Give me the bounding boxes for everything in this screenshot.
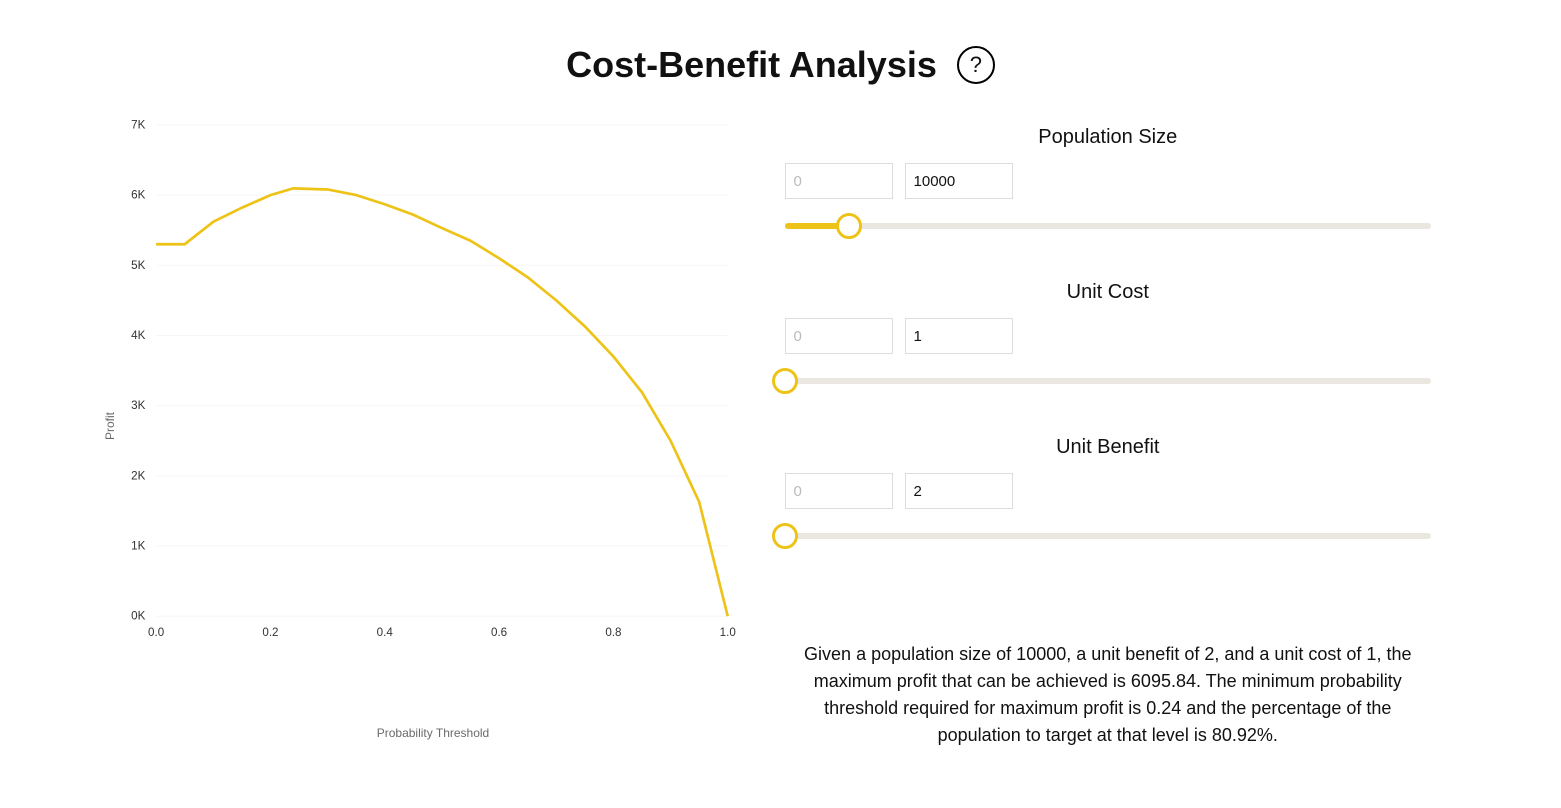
svg-text:0.6: 0.6 [491, 626, 507, 639]
svg-text:1K: 1K [131, 540, 145, 553]
unit-cost-group: Unit Cost [785, 281, 1431, 396]
svg-text:0.0: 0.0 [148, 626, 164, 639]
svg-text:2K: 2K [131, 469, 145, 482]
population-min-input[interactable] [785, 163, 893, 199]
svg-text:0.8: 0.8 [605, 626, 621, 639]
unit-cost-min-input[interactable] [785, 318, 893, 354]
unit-benefit-slider[interactable] [785, 521, 1431, 551]
unit-cost-label: Unit Cost [785, 281, 1431, 304]
page-title: Cost-Benefit Analysis [566, 44, 937, 86]
profit-chart: Profit 0K1K2K3K4K5K6K7K0.00.20.40.60.81.… [40, 116, 755, 736]
slider-thumb[interactable] [772, 368, 798, 394]
population-slider[interactable] [785, 211, 1431, 241]
svg-text:4K: 4K [131, 329, 145, 342]
unit-benefit-label: Unit Benefit [785, 436, 1431, 459]
svg-text:3K: 3K [131, 399, 145, 412]
population-size-label: Population Size [785, 126, 1431, 149]
slider-thumb[interactable] [772, 523, 798, 549]
population-size-group: Population Size [785, 126, 1431, 241]
svg-text:1.0: 1.0 [720, 626, 736, 639]
slider-thumb[interactable] [836, 213, 862, 239]
unit-cost-value-input[interactable] [905, 318, 1013, 354]
x-axis-label: Probability Threshold [377, 726, 490, 740]
svg-text:0K: 0K [131, 610, 145, 623]
summary-text: Given a population size of 10000, a unit… [785, 641, 1431, 749]
svg-text:5K: 5K [131, 259, 145, 272]
unit-benefit-group: Unit Benefit [785, 436, 1431, 551]
chart-svg: 0K 1K 2K 3K 4K 5K 6K 7K 0.0 0.2 0.4 0.6 0.8 1.0 [40, 116, 755, 670]
unit-cost-slider[interactable] [785, 366, 1431, 396]
svg-text:0.2: 0.2 [262, 626, 278, 639]
svg-text:0.4: 0.4 [377, 626, 394, 639]
unit-benefit-min-input[interactable] [785, 473, 893, 509]
svg-text:7K: 7K [131, 119, 145, 132]
help-icon[interactable]: ? [957, 46, 995, 84]
population-value-input[interactable] [905, 163, 1013, 199]
svg-text:6K: 6K [131, 189, 145, 202]
unit-benefit-value-input[interactable] [905, 473, 1013, 509]
